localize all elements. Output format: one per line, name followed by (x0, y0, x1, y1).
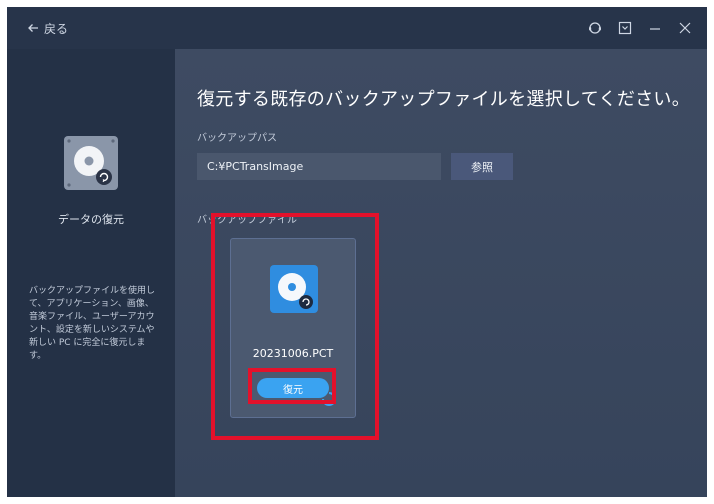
sidebar-description: バックアップファイルを使用して、アプリケーション、画像、音楽ファイル、ユーザーア… (29, 286, 156, 361)
window-controls (587, 20, 693, 36)
sidebar-title: データの復元 (58, 213, 124, 226)
menu-icon (618, 21, 632, 35)
restore-button[interactable]: 復元 (257, 378, 329, 398)
arrow-left-icon (28, 24, 38, 32)
back-label: 戻る (44, 21, 69, 36)
close-button[interactable] (677, 20, 693, 36)
back-button[interactable]: 戻る (27, 19, 68, 37)
backup-drive-icon (270, 265, 318, 313)
title-bar: 戻る (7, 7, 707, 49)
main-panel: 復元する既存のバックアップファイルを選択してください。 バックアップパス 参照 … (175, 49, 707, 497)
minimize-icon (650, 28, 660, 30)
backup-path-label: バックアップパス (197, 133, 277, 144)
browse-button[interactable]: 参照 (451, 153, 513, 180)
backup-file-name: 20231006.PCT (252, 347, 334, 360)
close-icon (679, 22, 691, 34)
backup-path-input[interactable] (197, 153, 441, 180)
app-window: 戻る データの復元 バックアップファイルを使用して、アプリケーション、画像、音楽… (7, 7, 707, 497)
minimize-button[interactable] (647, 20, 663, 36)
backup-drive-icon (64, 136, 118, 190)
menu-button[interactable] (617, 20, 633, 36)
help-icon (589, 22, 601, 34)
help-button[interactable] (587, 20, 603, 36)
loading-spinner-icon (322, 392, 336, 406)
backup-files-label: バックアップファイル (197, 215, 297, 226)
page-title: 復元する既存のバックアップファイルを選択してください。 (197, 89, 691, 110)
backup-file-card[interactable]: 20231006.PCT 復元 (230, 238, 356, 418)
sidebar: データの復元 バックアップファイルを使用して、アプリケーション、画像、音楽ファイ… (7, 49, 175, 497)
